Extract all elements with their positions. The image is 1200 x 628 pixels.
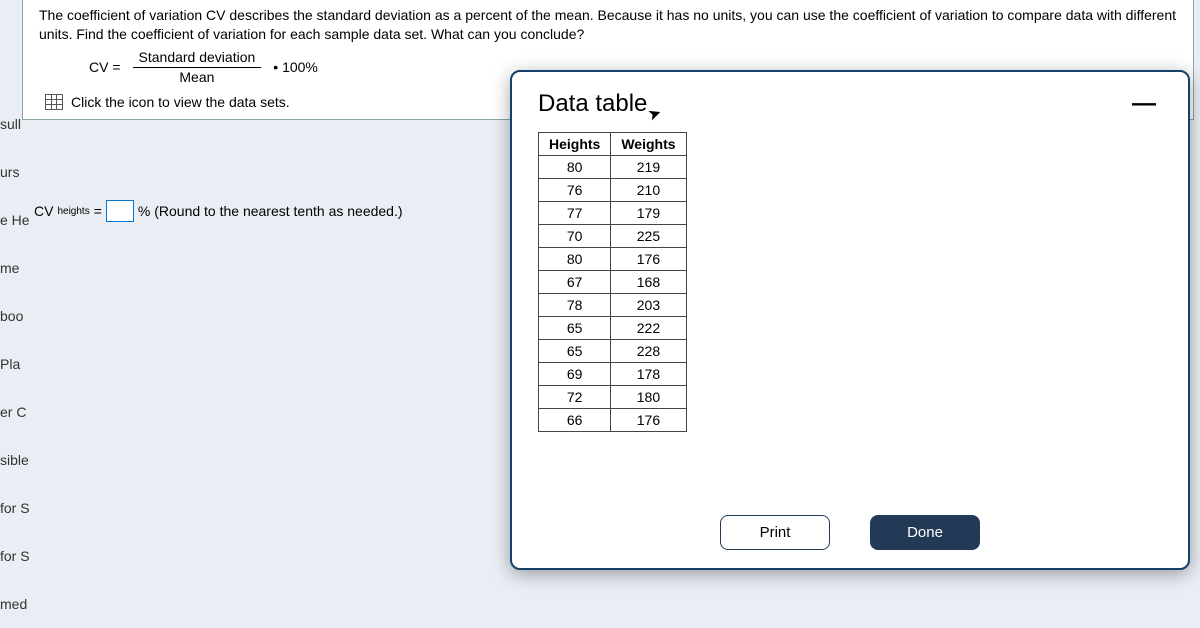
sidebar-fragment: for S [0,484,30,532]
cv-heights-line: CV heights = % (Round to the nearest tent… [34,200,403,222]
click-icon-text[interactable]: Click the icon to view the data sets. [71,93,290,112]
print-button[interactable]: Print [720,515,830,550]
table-cell: 210 [611,179,686,202]
cv-prefix: CV [34,203,53,219]
sidebar-fragment: urs [0,148,30,196]
table-row: 80176 [539,248,687,271]
cv-subscript: heights [57,206,89,217]
table-cell: 72 [539,386,611,409]
table-cell: 178 [611,363,686,386]
cv-suffix: % (Round to the nearest tenth as needed.… [138,203,403,219]
table-cell: 65 [539,317,611,340]
formula-denominator: Mean [173,68,220,87]
formula-lhs: CV = [89,58,121,77]
done-button[interactable]: Done [870,515,980,550]
table-cell: 228 [611,340,686,363]
table-cell: 76 [539,179,611,202]
cv-equals: = [94,203,102,219]
data-table-modal: Data table — HeightsWeights 802197621077… [510,70,1190,570]
formula-rhs: • 100% [273,58,318,77]
sidebar-fragment: e He [0,196,30,244]
modal-title: Data table [538,90,647,118]
table-cell: 168 [611,271,686,294]
table-row: 76210 [539,179,687,202]
table-header: Weights [611,133,686,156]
data-table-icon[interactable] [45,94,63,110]
table-row: 66176 [539,409,687,432]
formula-numerator: Standard deviation [133,48,262,68]
table-cell: 176 [611,409,686,432]
sidebar-fragment: me [0,244,30,292]
table-cell: 203 [611,294,686,317]
table-cell: 69 [539,363,611,386]
table-cell: 219 [611,156,686,179]
table-cell: 80 [539,156,611,179]
table-cell: 180 [611,386,686,409]
data-table: HeightsWeights 8021976210771797022580176… [538,132,687,432]
table-header: Heights [539,133,611,156]
table-row: 70225 [539,225,687,248]
table-cell: 222 [611,317,686,340]
table-cell: 67 [539,271,611,294]
table-cell: 66 [539,409,611,432]
sidebar-fragment: med [0,580,30,628]
cv-heights-input[interactable] [106,200,134,222]
sidebar-fragment: boo [0,292,30,340]
table-cell: 179 [611,202,686,225]
table-cell: 70 [539,225,611,248]
table-cell: 176 [611,248,686,271]
table-row: 72180 [539,386,687,409]
table-row: 69178 [539,363,687,386]
table-cell: 78 [539,294,611,317]
table-cell: 77 [539,202,611,225]
table-cell: 65 [539,340,611,363]
table-cell: 225 [611,225,686,248]
sidebar-fragment: er C [0,388,30,436]
table-cell: 80 [539,248,611,271]
table-row: 77179 [539,202,687,225]
table-row: 78203 [539,294,687,317]
sidebar-fragment: for S [0,532,30,580]
table-row: 67168 [539,271,687,294]
cv-formula: CV = Standard deviation Mean • 100% [89,48,318,87]
table-row: 80219 [539,156,687,179]
minimize-icon[interactable]: — [1126,90,1162,118]
table-row: 65228 [539,340,687,363]
table-row: 65222 [539,317,687,340]
sidebar-fragment: sible [0,436,30,484]
question-text: The coefficient of variation CV describe… [39,6,1183,44]
sidebar-fragment: Pla [0,340,30,388]
